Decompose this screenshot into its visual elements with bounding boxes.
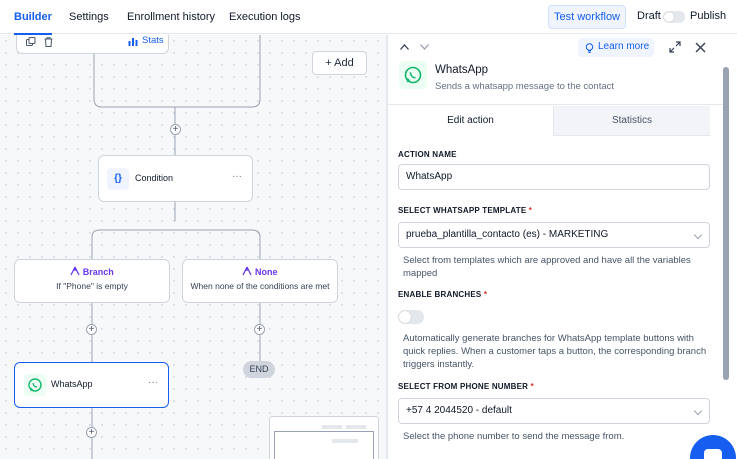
minimap[interactable] [269,416,379,459]
test-workflow-button[interactable]: Test workflow [548,5,626,29]
add-label: Add [334,57,354,69]
panel-title: WhatsApp [435,64,489,76]
stats-icon [128,38,138,46]
draft-label: Draft [637,10,661,22]
minimap-node [322,425,342,429]
template-label: SELECT WHATSAPP TEMPLATE * [398,206,533,215]
none-branch-node[interactable]: None When none of the conditions are met [182,259,338,303]
publish-toggle[interactable] [663,11,685,23]
template-select-value: prueba_plantilla_contacto (es) - MARKETI… [406,229,609,240]
branch-icon [242,266,253,276]
branch-icon [70,266,80,276]
phone-number-label: SELECT FROM PHONE NUMBER * [398,382,534,391]
lightbulb-icon [585,43,594,53]
scrollbar-thumb[interactable] [723,67,729,380]
branch-condition: If "Phone" is empty [56,281,128,291]
none-branch-condition: When none of the conditions are met [190,281,330,291]
more-menu-icon[interactable]: ··· [232,171,242,182]
header-divider [388,104,724,105]
braces-icon: {} [107,168,129,190]
stats-label[interactable]: Stats [142,35,164,46]
end-pill: END [243,361,275,378]
chevron-down-icon [693,230,703,240]
workflow-canvas[interactable]: Stats + Add + {} Condition ··· Branch If… [0,35,386,459]
chevron-up-icon[interactable] [400,44,409,50]
whatsapp-node[interactable]: WhatsApp ··· [14,362,169,408]
panel-scrollbar[interactable] [722,61,730,459]
panel-subtitle: Sends a whatsapp message to the contact [435,81,615,92]
add-button[interactable]: + Add [312,51,367,75]
top-navigation: Builder Settings Enrollment history Exec… [0,0,737,35]
plus-icon: + [325,57,332,69]
minimap-node [332,439,358,443]
expand-icon[interactable] [669,41,681,53]
enable-branches-toggle[interactable] [398,310,424,324]
whatsapp-icon [24,374,46,396]
chevron-down-icon [693,406,703,416]
action-panel: Learn more WhatsApp Sends a whatsapp mes… [388,35,737,459]
whatsapp-node-label: WhatsApp [51,379,93,389]
enable-branches-label: ENABLE BRANCHES * [398,290,488,299]
add-step-plus[interactable]: + [170,124,181,135]
close-icon[interactable] [695,42,706,53]
chat-icon [704,449,722,459]
tab-execution-logs[interactable]: Execution logs [229,0,301,34]
enable-branches-helper: Automatically generate branches for What… [403,333,707,370]
tab-statistics[interactable]: Statistics [554,106,710,136]
whatsapp-icon [399,61,427,89]
branch-title: Branch [82,267,114,277]
learn-more-label: Learn more [598,41,650,52]
more-menu-icon[interactable]: ··· [148,377,158,388]
tab-enrollment-history[interactable]: Enrollment history [127,0,215,34]
template-select[interactable]: prueba_plantilla_contacto (es) - MARKETI… [398,222,710,248]
copy-icon[interactable] [26,37,36,47]
trash-icon[interactable] [44,37,53,47]
minimap-node [346,425,366,429]
chevron-down-icon[interactable] [420,44,429,50]
add-step-plus[interactable]: + [86,427,97,438]
phone-number-value: +57 4 2044520 - default [406,405,512,416]
action-name-label: ACTION NAME [398,150,457,159]
add-step-plus[interactable]: + [86,324,97,335]
tab-settings[interactable]: Settings [69,0,109,34]
learn-more-button[interactable]: Learn more [578,38,654,57]
condition-label: Condition [135,173,174,183]
action-name-input[interactable]: WhatsApp [398,164,710,190]
condition-node[interactable]: {} Condition ··· [98,155,253,202]
template-helper: Select from templates which are approved… [403,255,691,279]
branch-node[interactable]: Branch If "Phone" is empty [14,259,170,303]
previous-node[interactable]: Stats [16,35,169,54]
tab-builder[interactable]: Builder [14,0,52,35]
publish-label: Publish [690,10,727,22]
minimap-viewport[interactable] [274,431,374,459]
tab-edit-action[interactable]: Edit action [388,106,554,136]
add-step-plus[interactable]: + [254,324,265,335]
none-branch-title: None [255,267,278,277]
phone-number-helper: Select the phone number to send the mess… [403,431,625,442]
phone-number-select[interactable]: +57 4 2044520 - default [398,398,710,424]
